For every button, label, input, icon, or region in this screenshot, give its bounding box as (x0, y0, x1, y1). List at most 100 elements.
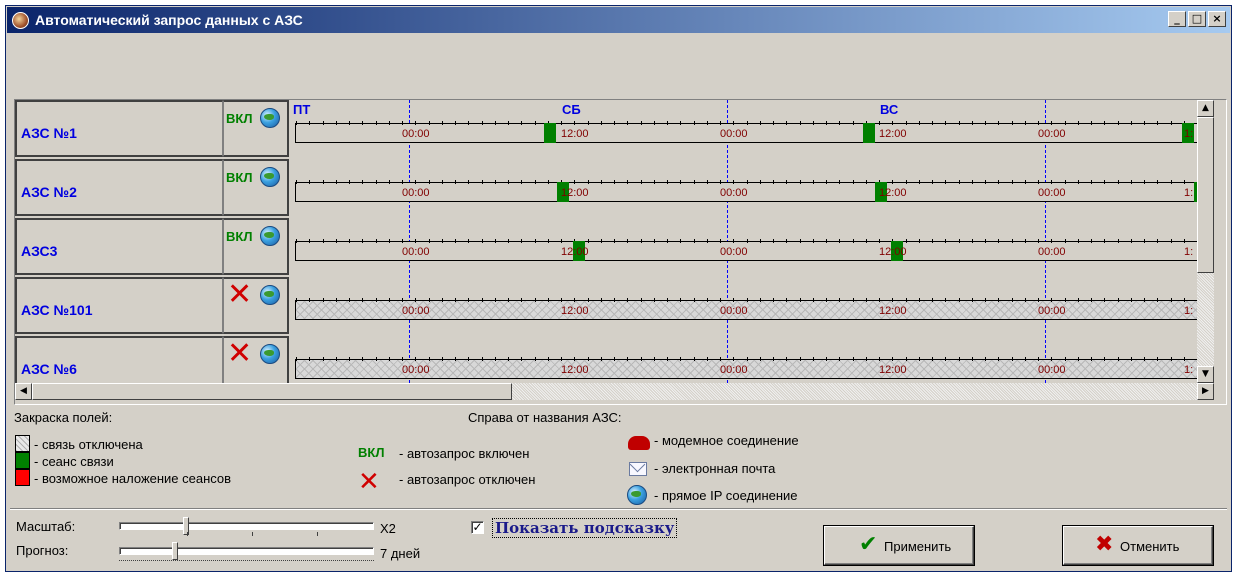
station-name-cell[interactable]: АЗС №2 (15, 159, 223, 216)
timeline-tick (587, 121, 589, 125)
station-name-cell[interactable]: АЗС №1 (15, 100, 223, 157)
time-label: 00:00 (1038, 128, 1066, 140)
timeline-tick (561, 239, 562, 243)
station-timeline-track[interactable]: 00:00 12:00 00:00 12:00 00:00 1: (295, 180, 1197, 202)
scroll-up-button[interactable]: ▲ (1197, 100, 1214, 117)
timeline-tick (494, 239, 496, 243)
horizontal-scroll-thumb[interactable] (32, 383, 512, 400)
scroll-right-button[interactable]: ▶ (1197, 383, 1214, 400)
timeline-tick (349, 298, 350, 302)
timeline-tick (1038, 298, 1039, 302)
timeline-tick (481, 239, 483, 243)
timeline-tick (680, 298, 682, 302)
station-timeline-track[interactable]: 00:00 12:00 00:00 12:00 00:00 1: (295, 121, 1197, 143)
station-name-cell[interactable]: АЗС3 (15, 218, 223, 275)
timeline-tick (455, 357, 456, 361)
timeline-tick (932, 357, 933, 361)
timeline-tick (1064, 357, 1066, 361)
timeline-tick (985, 239, 986, 243)
station-timeline-track[interactable]: 00:00 12:00 00:00 12:00 00:00 1: (295, 239, 1197, 261)
apply-button[interactable]: ✔ Применить (824, 526, 974, 565)
scale-slider[interactable] (119, 522, 374, 530)
timeline-tick (998, 121, 1000, 125)
timeline-tick (640, 298, 642, 302)
session-block[interactable] (863, 123, 875, 143)
timeline-tick (786, 357, 788, 361)
station-timeline-track[interactable]: 00:00 12:00 00:00 12:00 00:00 1: (295, 357, 1197, 379)
cancel-button[interactable]: ✖ Отменить (1063, 526, 1213, 565)
station-status-cell[interactable]: ВКЛ (223, 218, 289, 275)
time-label: 12:00 (561, 364, 589, 376)
timeline-tick (587, 180, 589, 184)
minimize-button[interactable]: _ (1168, 11, 1186, 27)
session-block[interactable] (544, 123, 556, 143)
timeline-tick (839, 180, 841, 184)
timeline-tick (547, 298, 549, 302)
time-label: 00:00 (1038, 187, 1066, 199)
timeline-tick (786, 239, 788, 243)
phone-icon (628, 436, 650, 450)
legend-modem-label: - модемное соединение (654, 433, 799, 448)
timeline-tick (455, 298, 456, 302)
close-button[interactable]: × (1208, 11, 1226, 27)
show-hint-label[interactable]: Показать подсказку (492, 518, 678, 538)
time-label: 00:00 (402, 187, 430, 199)
timeline-tick (428, 180, 430, 184)
timeline-tick (1104, 357, 1106, 361)
timeline-tick (1170, 357, 1172, 361)
station-status-cell[interactable]: ВКЛ (223, 159, 289, 216)
timeline-tick (534, 298, 536, 302)
legend-ip-label: - прямое IP соединение (654, 488, 798, 503)
timeline-tick (998, 180, 1000, 184)
timeline-tick (971, 180, 973, 184)
timeline-tick (773, 298, 774, 302)
timeline-tick (971, 239, 973, 243)
vertical-scrollbar[interactable]: ▲ ▼ (1197, 100, 1214, 383)
divider (10, 508, 1227, 510)
timeline-tick (720, 121, 721, 125)
timeline-tick (1038, 121, 1039, 125)
maximize-button[interactable]: □ (1188, 11, 1206, 27)
time-label: 00:00 (1038, 246, 1066, 258)
forecast-slider[interactable] (119, 547, 374, 555)
timeline-tick (733, 239, 735, 243)
vertical-scroll-thumb[interactable] (1197, 117, 1214, 273)
title-bar[interactable]: Автоматический запрос данных с АЗС _ □ × (7, 7, 1230, 33)
timeline-tick (494, 180, 496, 184)
station-timeline-track[interactable]: 00:00 12:00 00:00 12:00 00:00 1: (295, 298, 1197, 320)
timeline-tick (508, 239, 509, 243)
timeline-tick (1144, 239, 1145, 243)
window-title: Автоматический запрос данных с АЗС (35, 12, 303, 28)
timeline-tick (746, 239, 748, 243)
scroll-down-button[interactable]: ▼ (1197, 366, 1214, 383)
station-status-cell[interactable]: ✕ (223, 277, 289, 334)
legend-email-label: - электронная почта (654, 461, 776, 476)
timeline-tick (1104, 298, 1106, 302)
globe-icon (260, 167, 280, 187)
timeline-tick (428, 121, 430, 125)
timeline-tick (720, 239, 721, 243)
timeline-tick (918, 180, 920, 184)
timeline-tick (653, 180, 655, 184)
timeline-tick (958, 357, 960, 361)
timeline-tick (865, 357, 867, 361)
show-hint-checkbox[interactable]: ✓ (471, 521, 484, 534)
timeline-tick (375, 121, 377, 125)
horizontal-scrollbar[interactable]: ◀ ▶ (15, 383, 1214, 400)
timeline-tick (1104, 121, 1106, 125)
timeline-tick (1157, 298, 1159, 302)
station-name-cell[interactable]: АЗС №101 (15, 277, 223, 334)
timeline-tick (812, 357, 814, 361)
timeline-tick (335, 357, 337, 361)
timeline-tick (1038, 357, 1039, 361)
timeline-tick (455, 121, 456, 125)
timeline-tick (971, 121, 973, 125)
timeline-tick (1051, 121, 1053, 125)
scroll-left-button[interactable]: ◀ (15, 383, 32, 400)
timeline-tick (1091, 180, 1092, 184)
station-status-cell[interactable]: ВКЛ (223, 100, 289, 157)
timeline-tick (667, 357, 668, 361)
timeline-tick (441, 121, 443, 125)
timeline-tick (349, 357, 350, 361)
timeline-tick (839, 357, 841, 361)
